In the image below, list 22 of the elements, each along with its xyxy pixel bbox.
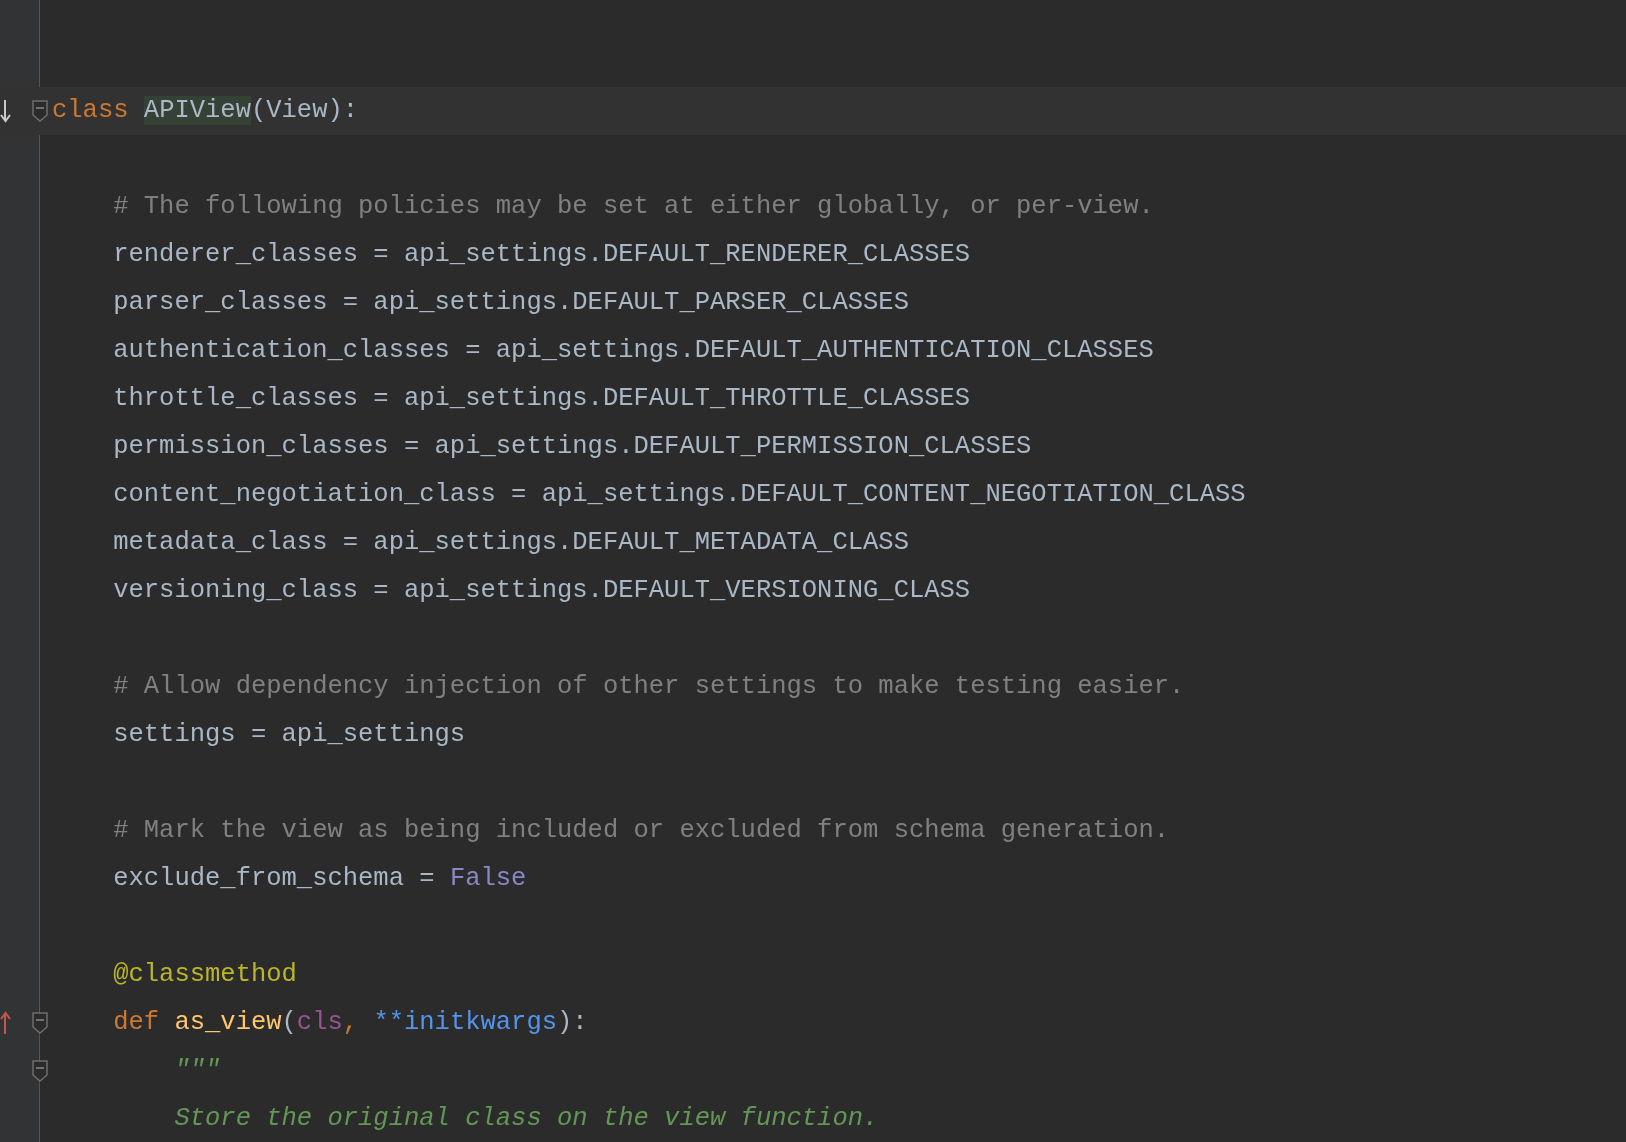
- code-line: versioning_class = api_settings.DEFAULT_VERSIONING_CLASS: [112, 575, 971, 607]
- code-line: settings = api_settings: [112, 719, 466, 751]
- down-arrow-icon[interactable]: [0, 98, 12, 124]
- code-line: @classmethod: [112, 959, 297, 991]
- fold-icon[interactable]: [32, 100, 48, 122]
- code-line: exclude_from_schema = False: [112, 863, 527, 895]
- code-line: content_negotiation_class = api_settings.DEFAULT_CONTENT_NEGOTIATION_CLASS: [112, 479, 1246, 511]
- code-line: def as_view(cls, **initkwargs):: [112, 1007, 588, 1039]
- fold-icon[interactable]: [32, 1060, 48, 1082]
- code-line: Store the original class on the view function.: [173, 1103, 879, 1135]
- up-arrow-icon[interactable]: [0, 1010, 12, 1036]
- code-line: """: [173, 1055, 221, 1087]
- code-line: permission_classes = api_settings.DEFAULT_PERMISSION_CLASSES: [112, 431, 1032, 463]
- code-line: renderer_classes = api_settings.DEFAULT_RENDERER_CLASSES: [112, 239, 971, 271]
- code-line: parser_classes = api_settings.DEFAULT_PARSER_CLASSES: [112, 287, 909, 319]
- code-line: metadata_class = api_settings.DEFAULT_METADATA_CLASS: [112, 527, 909, 559]
- code-line: # Mark the view as being included or excluded from schema generation.: [112, 815, 1170, 847]
- fold-icon[interactable]: [32, 1012, 48, 1034]
- code-line: # The following policies may be set at either globally, or per-view.: [112, 191, 1154, 223]
- code-line: # Allow dependency injection of other settings to make testing easier.: [112, 671, 1185, 703]
- code-line: authentication_classes = api_settings.DEFAULT_AUTHENTICATION_CLASSES: [112, 335, 1154, 367]
- code-line: throttle_classes = api_settings.DEFAULT_THROTTLE_CLASSES: [112, 383, 971, 415]
